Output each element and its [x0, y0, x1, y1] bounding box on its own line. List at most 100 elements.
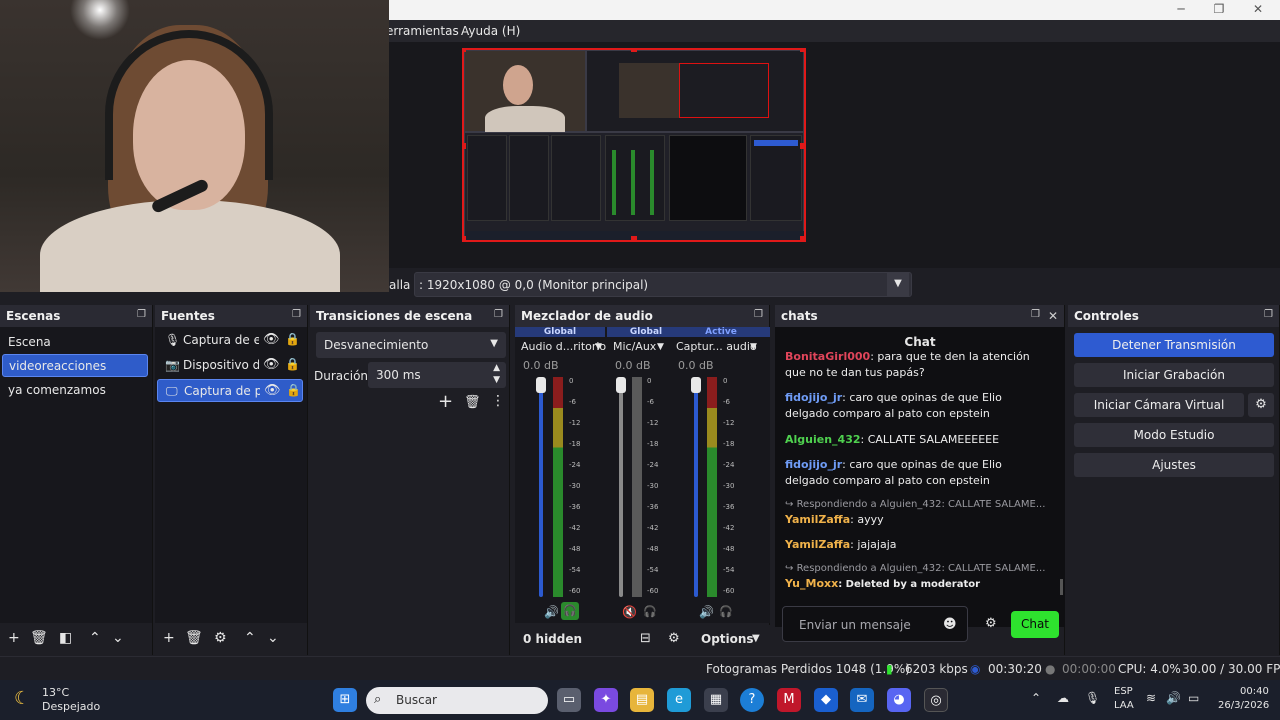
source-item[interactable]: 🎙 Captura de ent 👁 🔒 [157, 329, 303, 352]
settings-button[interactable]: Ajustes [1074, 453, 1274, 477]
spin-down-icon[interactable]: ▼ [493, 375, 500, 385]
chevron-down-icon[interactable]: ▼ [752, 633, 760, 644]
trash-icon[interactable]: 🗑 [30, 630, 48, 646]
chat-scrollbar[interactable] [1060, 579, 1063, 595]
trash-icon[interactable]: 🗑 [185, 630, 203, 646]
undock-icon[interactable]: ❐ [292, 309, 301, 320]
battery-icon[interactable]: ▭ [1188, 691, 1199, 705]
language-code[interactable]: ESP [1114, 686, 1133, 697]
gear-icon[interactable]: ⚙ [214, 630, 227, 646]
wifi-icon[interactable]: ≋ [1146, 691, 1156, 705]
duration-spinbox[interactable]: 300 ms ▲ ▼ [368, 362, 506, 388]
speaker-icon[interactable]: 🔊 [544, 605, 559, 619]
scene-item[interactable]: videoreacciones [2, 354, 148, 377]
close-icon[interactable]: ✕ [1048, 309, 1058, 323]
headphones-icon[interactable]: 🎧 [561, 602, 579, 620]
speaker-icon[interactable]: 🔊 [699, 605, 714, 619]
filter-icon[interactable]: ◧ [59, 630, 72, 646]
store-icon[interactable]: ▦ [704, 688, 728, 712]
more-options-icon[interactable]: ⋮ [491, 393, 505, 409]
undock-icon[interactable]: ❐ [137, 309, 146, 320]
emoji-icon[interactable]: ☻ [943, 617, 957, 632]
add-icon[interactable]: + [8, 630, 20, 646]
close-icon[interactable]: ✕ [1243, 2, 1273, 16]
edge-icon[interactable]: e [667, 688, 691, 712]
lock-icon[interactable]: 🔒 [285, 332, 300, 346]
menu-help[interactable]: Ayuda (H) [461, 24, 520, 38]
chevron-down-icon[interactable]: ▼ [657, 342, 664, 352]
scene-item[interactable]: ya comenzamos [2, 379, 148, 402]
stop-stream-button[interactable]: Detener Transmisión [1074, 333, 1274, 357]
chat-input[interactable]: Enviar un mensaje ☻ [782, 606, 968, 642]
outlook-icon[interactable]: ✉ [850, 688, 874, 712]
gear-icon[interactable]: ⚙ [985, 616, 997, 631]
monitor-select[interactable]: : 1920x1080 @ 0,0 (Monitor principal) ▼ [414, 272, 912, 297]
volume-slider[interactable] [694, 377, 698, 597]
chevron-down-icon[interactable]: ⌄ [112, 630, 124, 646]
task-view-icon[interactable]: ▭ [557, 688, 581, 712]
source-item[interactable]: 📷 Dispositivo de 👁 🔒 [157, 354, 303, 377]
start-virtual-camera-button[interactable]: Iniciar Cámara Virtual [1074, 393, 1244, 417]
taskbar-search[interactable]: ⌕ Buscar [366, 687, 548, 714]
file-explorer-icon[interactable]: ▤ [630, 688, 654, 712]
windows-start-icon[interactable]: ⊞ [333, 688, 357, 712]
start-recording-button[interactable]: Iniciar Grabación [1074, 363, 1274, 387]
lock-icon[interactable]: 🔒 [286, 383, 301, 397]
volume-knob[interactable] [616, 377, 626, 393]
headphones-icon[interactable]: 🎧 [719, 605, 733, 618]
headphones-icon[interactable]: 🎧 [643, 605, 657, 618]
undock-icon[interactable]: ❐ [1264, 309, 1273, 320]
menu-tools[interactable]: erramientas [386, 24, 459, 38]
transition-select[interactable]: Desvanecimiento ▼ [316, 332, 506, 358]
discord-icon[interactable]: ◕ [887, 688, 911, 712]
chevron-down-icon[interactable]: ▼ [595, 342, 602, 352]
chevron-down-icon[interactable]: ▼ [887, 273, 909, 296]
help-icon[interactable]: ? [740, 688, 764, 712]
meter-tick-label: -60 [647, 587, 659, 595]
minimize-icon[interactable]: ─ [1166, 2, 1196, 16]
volume-knob[interactable] [691, 377, 701, 393]
lock-icon[interactable]: 🔒 [285, 357, 300, 371]
gear-icon[interactable]: ⚙ [668, 631, 680, 646]
chevron-up-icon[interactable]: ⌃ [89, 630, 101, 646]
spin-up-icon[interactable]: ▲ [493, 363, 500, 373]
muted-speaker-icon[interactable]: 🔇 [622, 605, 637, 619]
mcafee-icon[interactable]: M [777, 688, 801, 712]
volume-slider[interactable] [619, 377, 623, 597]
options-button[interactable]: Options [701, 632, 754, 646]
volume-icon[interactable]: 🔊 [1166, 691, 1181, 705]
obs-icon[interactable]: ◎ [924, 688, 948, 712]
scene-item[interactable]: Escena [2, 331, 148, 354]
undock-icon[interactable]: ❐ [1031, 309, 1040, 320]
undock-icon[interactable]: ❐ [494, 309, 503, 320]
studio-mode-button[interactable]: Modo Estudio [1074, 423, 1274, 447]
undock-icon[interactable]: ❐ [754, 309, 763, 320]
source-item[interactable]: 🖵 Captura de par 👁 🔒 [157, 379, 303, 402]
send-chat-button[interactable]: Chat [1011, 611, 1059, 638]
add-transition-icon[interactable]: + [438, 391, 453, 412]
chevron-down-icon[interactable]: ⌄ [267, 630, 279, 646]
trash-icon[interactable]: 🗑 [464, 395, 481, 410]
chevron-down-icon[interactable]: ▼ [750, 342, 757, 352]
volume-knob[interactable] [536, 377, 546, 393]
weather-moon-icon[interactable]: ☾ [14, 688, 30, 709]
preview-canvas[interactable] [462, 48, 806, 242]
chevron-up-icon[interactable]: ⌃ [1031, 691, 1041, 705]
eye-icon[interactable]: 👁 [264, 383, 281, 398]
maximize-icon[interactable]: ❐ [1204, 2, 1234, 16]
microphone-icon[interactable]: 🎙 [1085, 691, 1100, 705]
dropbox-icon[interactable]: ◆ [814, 688, 838, 712]
eye-icon[interactable]: 👁 [263, 332, 280, 347]
volume-slider[interactable] [539, 377, 543, 597]
clock-date[interactable]: 26/3/2026 [1218, 700, 1269, 711]
copilot-icon[interactable]: ✦ [594, 688, 618, 712]
eye-icon[interactable]: 👁 [263, 357, 280, 372]
chevron-up-icon[interactable]: ⌃ [244, 630, 256, 646]
gear-icon[interactable]: ⚙ [1248, 393, 1274, 417]
add-icon[interactable]: + [163, 630, 175, 646]
layout-icon[interactable]: ⊟ [640, 631, 651, 646]
clock-time[interactable]: 00:40 [1240, 686, 1269, 697]
fps: 30.00 / 30.00 FPS [1182, 662, 1280, 676]
cloud-icon[interactable]: ☁ [1057, 691, 1069, 705]
keyboard-layout[interactable]: LAA [1114, 700, 1134, 711]
